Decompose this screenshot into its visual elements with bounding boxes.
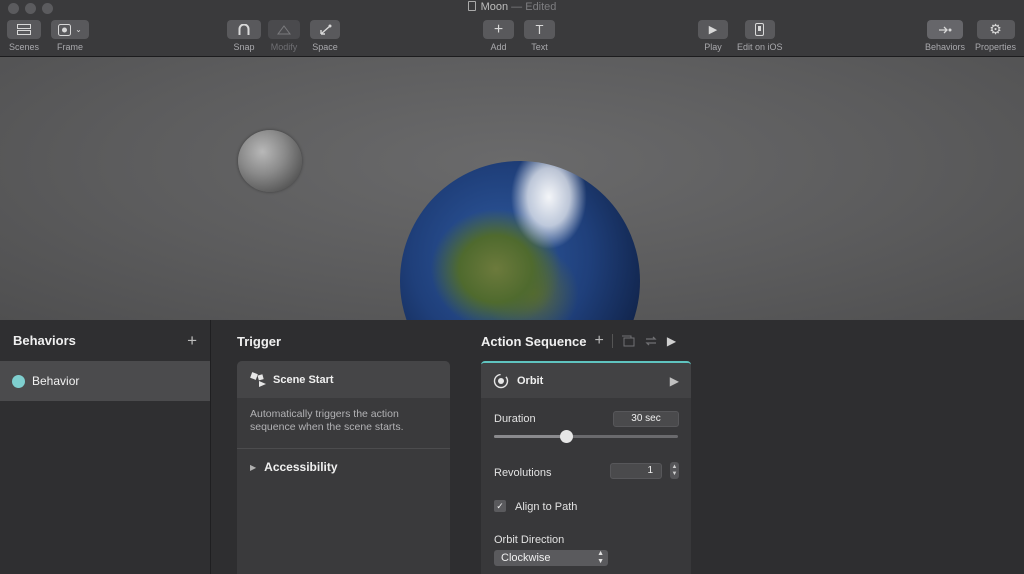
play-sequence-button[interactable]: ▶ [667, 335, 676, 347]
orbit-icon [493, 373, 509, 388]
behavior-list-item[interactable]: Behavior [0, 361, 210, 401]
moon-model[interactable] [238, 130, 302, 192]
select-arrows-icon: ▲ ▼ [597, 550, 604, 565]
snap-label: Snap [233, 42, 255, 52]
properties-tool[interactable]: ⚙ Properties [975, 20, 1016, 52]
chevron-down-icon: ⌄ [75, 25, 82, 34]
trigger-description: Automatically triggers the action sequen… [250, 408, 404, 433]
loop-icon[interactable] [643, 335, 659, 347]
scenes-button[interactable] [7, 20, 41, 39]
toolbar: Moon — Edited Scenes ⌄ Frame Snap Modify… [0, 0, 1024, 57]
scenes-icon [17, 24, 31, 35]
edited-status: — Edited [511, 1, 557, 13]
scenes-label: Scenes [8, 42, 40, 52]
snap-button[interactable] [227, 20, 261, 39]
magnet-icon [238, 23, 250, 35]
scene-start-icon [250, 372, 266, 387]
edit-on-ios-label: Edit on iOS [737, 42, 783, 52]
text-label: Text [531, 42, 548, 52]
modify-label: Modify [270, 42, 298, 52]
orbit-direction-select[interactable]: Clockwise ▲ ▼ [494, 550, 608, 566]
add-label: Add [490, 42, 507, 52]
divider [611, 334, 613, 348]
trigger-section-title: Trigger [237, 334, 282, 349]
earth-model[interactable] [400, 161, 640, 320]
behavior-name: Behavior [32, 374, 80, 388]
frame-icon [58, 23, 72, 36]
edit-on-ios-tool[interactable]: Edit on iOS [737, 20, 783, 52]
properties-label: Properties [975, 42, 1017, 52]
align-to-path-label: Align to Path [515, 501, 578, 513]
play-tool[interactable]: ▶ Play [698, 20, 728, 52]
properties-button[interactable]: ⚙ [976, 20, 1015, 39]
behaviors-panel: Behaviors + Behavior [0, 320, 211, 574]
trigger-card[interactable]: Scene Start Automatically triggers the a… [237, 361, 450, 574]
space-button[interactable] [310, 20, 340, 39]
orbit-direction-value: Clockwise [501, 552, 551, 564]
action-sequence-header: Action Sequence + ▶ [481, 332, 676, 350]
device-icon [755, 23, 765, 36]
duration-slider[interactable] [494, 430, 678, 443]
gear-icon: ⚙ [989, 21, 1002, 37]
play-icon: ▶ [708, 24, 718, 36]
play-action-button[interactable]: ▶ [670, 374, 679, 388]
play-label: Play [704, 42, 722, 52]
modify-button[interactable] [268, 20, 300, 39]
behaviors-label: Behaviors [925, 42, 966, 52]
edit-on-ios-button[interactable] [744, 20, 775, 39]
document-icon [467, 1, 476, 11]
text-icon: T [535, 22, 544, 37]
scenes-tool[interactable]: Scenes [7, 20, 41, 52]
orbit-direction-label: Orbit Direction [494, 534, 565, 546]
space-label: Space [312, 42, 338, 52]
scene-viewport[interactable] [0, 57, 1024, 320]
action-sequence-title: Action Sequence [481, 333, 587, 349]
orbit-action-card[interactable]: Orbit ▶ Duration 30 sec Revolutions 1 ▲ … [481, 361, 691, 574]
behaviors-header: Behaviors + [0, 320, 210, 361]
orbit-action-header[interactable]: Orbit ▶ [481, 363, 691, 398]
frame-button[interactable]: ⌄ [51, 20, 89, 39]
accessibility-disclosure[interactable]: ▶ Accessibility [237, 449, 450, 485]
modify-tool[interactable]: Modify [268, 20, 300, 52]
plus-icon: + [493, 20, 504, 38]
add-behavior-button[interactable]: + [187, 332, 197, 349]
group-actions-icon[interactable] [621, 335, 635, 347]
disclosure-triangle-icon: ▶ [250, 462, 257, 472]
behaviors-button[interactable] [927, 20, 964, 39]
accessibility-label: Accessibility [264, 460, 338, 474]
window-title-text: Moon [480, 1, 509, 13]
duration-slider-fill [494, 435, 566, 438]
revolutions-label: Revolutions [494, 467, 552, 479]
align-to-path-checkbox[interactable]: ✓ [494, 500, 506, 512]
snap-tool[interactable]: Snap [227, 20, 261, 52]
add-tool[interactable]: + Add [483, 20, 514, 52]
behavior-editor: Trigger Scene Start Automatically trigge… [211, 320, 1024, 574]
duration-label: Duration [494, 413, 536, 425]
behavior-color-dot [12, 374, 25, 388]
add-button[interactable]: + [483, 20, 514, 39]
frame-tool[interactable]: ⌄ Frame [51, 20, 89, 52]
space-tool[interactable]: Space [310, 20, 340, 52]
window-title: Moon — Edited [0, 1, 1024, 13]
revolutions-field[interactable]: 1 [610, 463, 662, 479]
text-tool[interactable]: T Text [524, 20, 555, 52]
revolutions-stepper[interactable]: ▲ ▼ [670, 462, 679, 479]
modify-icon [277, 24, 291, 34]
frame-label: Frame [56, 42, 83, 52]
trigger-name: Scene Start [273, 373, 334, 386]
trigger-header[interactable]: Scene Start [237, 361, 450, 398]
behaviors-icon [939, 26, 952, 33]
duration-slider-knob[interactable] [559, 430, 573, 443]
text-button[interactable]: T [524, 20, 555, 39]
stepper-down-icon[interactable]: ▼ [672, 471, 678, 478]
action-name: Orbit [517, 374, 544, 387]
behaviors-tool[interactable]: Behaviors [925, 20, 965, 52]
stepper-up-icon[interactable]: ▲ [672, 464, 678, 471]
play-button[interactable]: ▶ [698, 20, 728, 39]
add-action-button[interactable]: + [594, 333, 603, 349]
behaviors-title: Behaviors [13, 333, 76, 348]
duration-field[interactable]: 30 sec [613, 411, 679, 427]
space-icon [319, 24, 331, 35]
